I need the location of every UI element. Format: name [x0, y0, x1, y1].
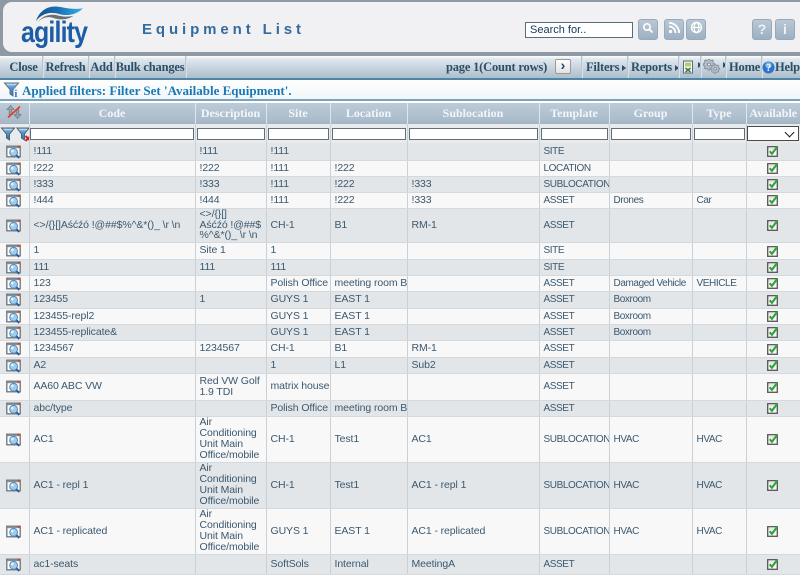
svg-text:?: ? — [766, 63, 771, 74]
svg-text:i: i — [15, 89, 18, 98]
